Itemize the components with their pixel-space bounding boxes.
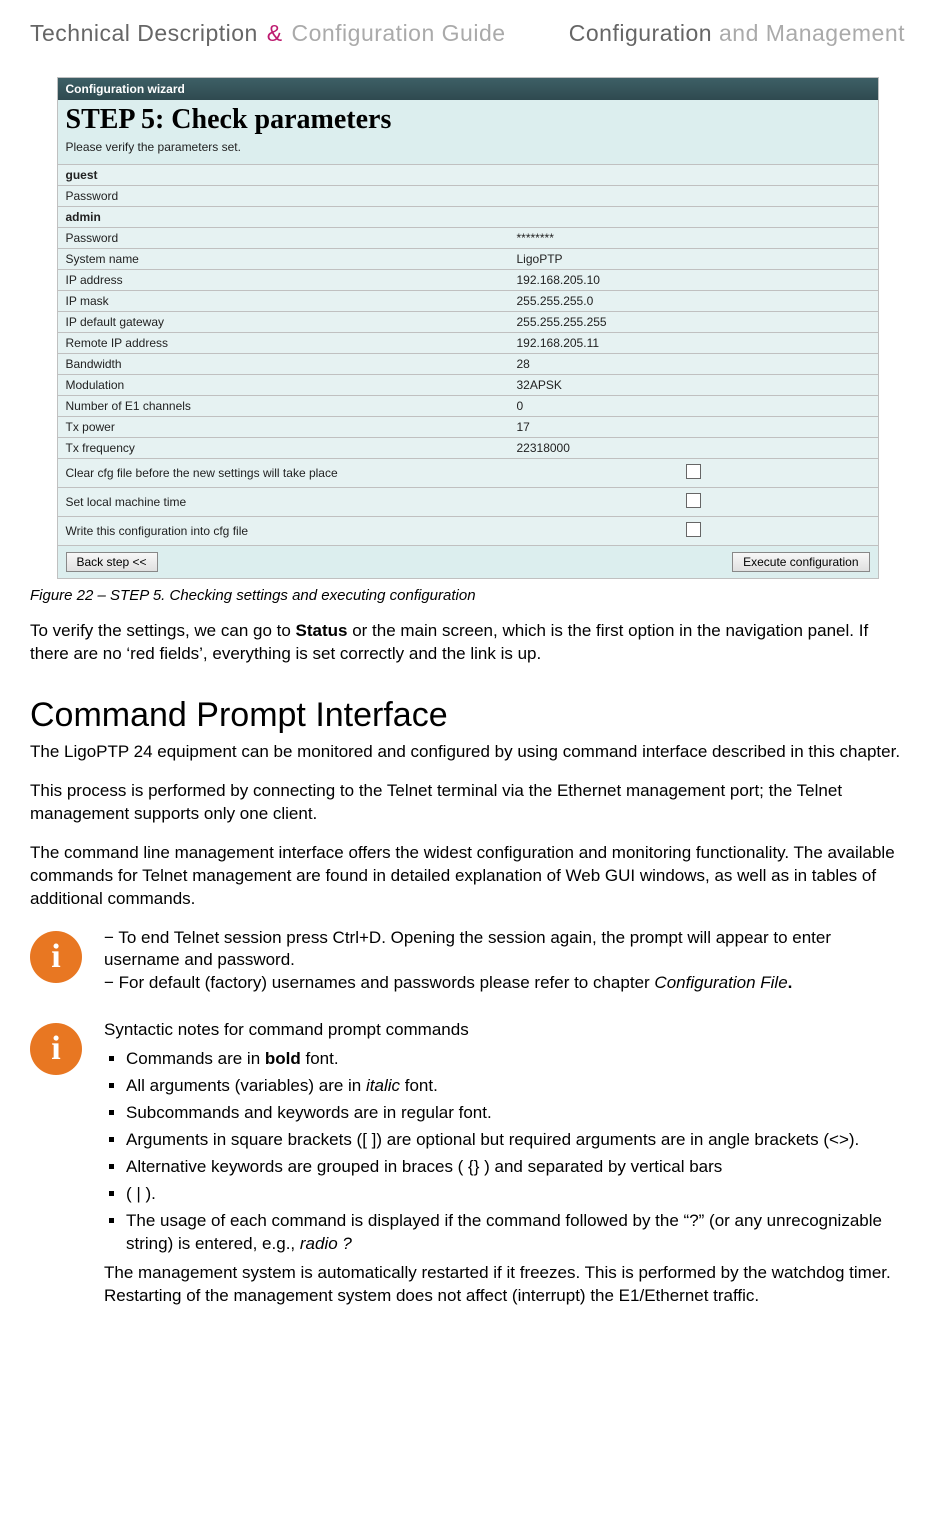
table-row: Clear cfg file before the new settings w… (58, 459, 878, 488)
list-item: Alternative keywords are grouped in brac… (126, 1156, 905, 1179)
header-left: Technical Description & Configuration Gu… (30, 20, 506, 47)
body-paragraph: This process is performed by connecting … (30, 780, 905, 826)
table-row: Write this configuration into cfg file (58, 517, 878, 546)
list-item: Commands are in bold font. (126, 1048, 905, 1071)
section-guest: guest (58, 165, 878, 186)
execute-config-button[interactable]: Execute configuration (732, 552, 869, 572)
figure-caption: Figure 22 – STEP 5. Checking settings an… (30, 587, 905, 604)
wizard-table: guest Password admin Password******** Sy… (58, 164, 878, 578)
table-row: Modulation32APSK (58, 375, 878, 396)
section-heading: Command Prompt Interface (30, 696, 905, 735)
table-row: Tx power17 (58, 417, 878, 438)
info-icon: i (30, 1023, 86, 1075)
list-item: ( | ). (126, 1183, 905, 1206)
table-row: Number of E1 channels0 (58, 396, 878, 417)
table-row: Password (58, 186, 878, 207)
header-right: Configuration and Management (569, 20, 905, 47)
back-step-button[interactable]: Back step << (66, 552, 158, 572)
table-row: IP default gateway255.255.255.255 (58, 312, 878, 333)
table-row: Bandwidth28 (58, 354, 878, 375)
info-block: i Syntactic notes for command prompt com… (30, 1019, 905, 1307)
wizard-step-title: STEP 5: Check parameters (58, 100, 878, 136)
config-wizard-panel: Configuration wizard STEP 5: Check param… (57, 77, 879, 579)
list-item: Subcommands and keywords are in regular … (126, 1102, 905, 1125)
list-item: The usage of each command is displayed i… (126, 1210, 905, 1256)
list-item: All arguments (variables) are in italic … (126, 1075, 905, 1098)
wizard-subtitle: Please verify the parameters set. (58, 136, 878, 164)
info-icon: i (30, 931, 86, 983)
list-item: Arguments in square brackets ([ ]) are o… (126, 1129, 905, 1152)
table-row: IP mask255.255.255.0 (58, 291, 878, 312)
wizard-panel-title: Configuration wizard (58, 78, 878, 100)
table-row: Tx frequency22318000 (58, 438, 878, 459)
table-row: System nameLigoPTP (58, 249, 878, 270)
checkbox-set-time[interactable] (686, 493, 701, 508)
checkbox-clear-cfg[interactable] (686, 464, 701, 479)
table-row: Password******** (58, 228, 878, 249)
checkbox-write-cfg[interactable] (686, 522, 701, 537)
page-header: Technical Description & Configuration Gu… (30, 20, 905, 47)
body-paragraph: The LigoPTP 24 equipment can be monitore… (30, 741, 905, 764)
section-admin: admin (58, 207, 878, 228)
notes-list: Commands are in bold font. All arguments… (104, 1048, 905, 1256)
table-row: Set local machine time (58, 488, 878, 517)
body-paragraph: To verify the settings, we can go to Sta… (30, 620, 905, 666)
table-row: IP address192.168.205.10 (58, 270, 878, 291)
info-block: i − To end Telnet session press Ctrl+D. … (30, 927, 905, 996)
table-row: Remote IP address192.168.205.11 (58, 333, 878, 354)
body-paragraph: The command line management interface of… (30, 842, 905, 911)
